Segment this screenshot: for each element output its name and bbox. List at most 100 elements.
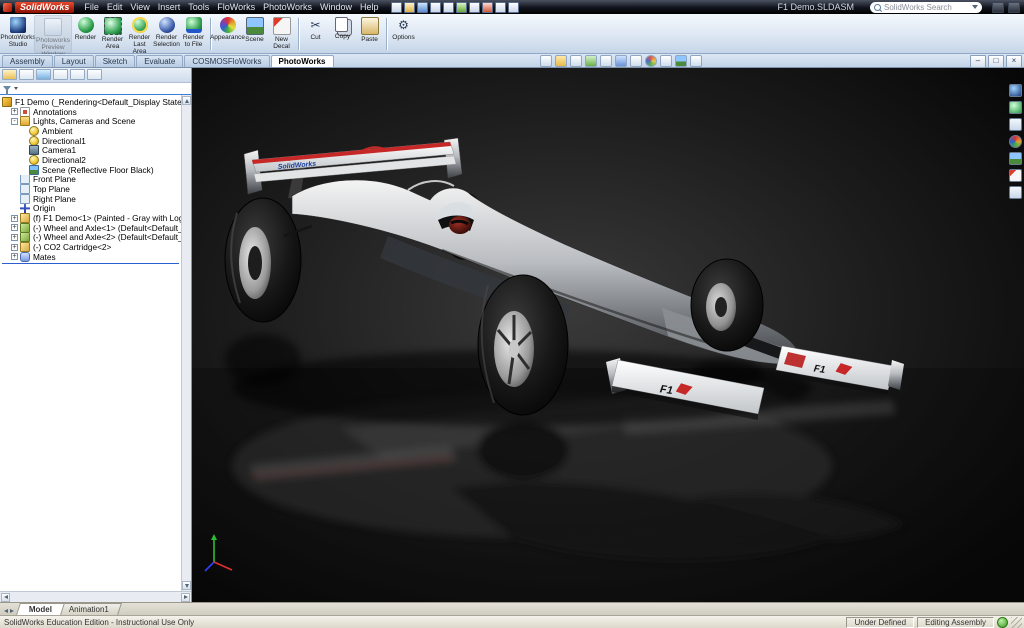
edit-appearance-icon[interactable]	[645, 55, 657, 67]
rear-left-wheel[interactable]	[225, 198, 301, 322]
expand-toggle[interactable]: +	[11, 108, 18, 115]
display-manager-tab-icon[interactable]	[70, 69, 85, 80]
restore-button[interactable]: □	[988, 55, 1004, 68]
titlebar-help-icon[interactable]	[1008, 2, 1020, 13]
toolbar-copy[interactable]: Copy	[329, 15, 356, 53]
new-decal-icon[interactable]	[1009, 169, 1022, 182]
menu-window[interactable]: Window	[316, 2, 356, 12]
search-input[interactable]: SolidWorks Search	[870, 2, 982, 13]
toolbar-appearance[interactable]: Appearance	[214, 15, 241, 53]
tree-item[interactable]: Right Plane	[0, 194, 181, 204]
tree-item[interactable]: -Lights, Cameras and Scene	[0, 116, 181, 126]
toolbar-render-to-file[interactable]: Render to File	[180, 15, 207, 53]
tree-item[interactable]: Directional1	[0, 136, 181, 146]
rebuild-icon[interactable]	[482, 2, 493, 13]
front-right-wheel[interactable]	[691, 259, 763, 351]
view-orientation-icon[interactable]	[600, 55, 612, 67]
open-icon[interactable]	[404, 2, 415, 13]
expand-toggle[interactable]: +	[11, 253, 18, 260]
menu-insert[interactable]: Insert	[154, 2, 185, 12]
camera-icon[interactable]	[690, 55, 702, 67]
expand-toggle[interactable]: +	[11, 224, 18, 231]
configuration-manager-tab-icon[interactable]	[36, 69, 51, 80]
toolbar-scene[interactable]: Scene	[241, 15, 268, 53]
render-icon[interactable]	[1009, 101, 1022, 114]
display-style-icon[interactable]	[615, 55, 627, 67]
minimize-button[interactable]: –	[970, 55, 986, 68]
model-tab-model[interactable]: Model	[16, 603, 65, 615]
tree-item[interactable]: F1 Demo (_Rendering<Default_Display Stat…	[0, 97, 181, 107]
feature-manager-tab-icon[interactable]	[2, 69, 17, 80]
toolbar-render-selection[interactable]: Render Selection	[153, 15, 180, 53]
tree-item[interactable]: +Mates	[0, 252, 181, 262]
menu-edit[interactable]: Edit	[103, 2, 127, 12]
scroll-left-icon[interactable]	[1, 593, 10, 602]
scroll-up-icon[interactable]	[182, 96, 191, 105]
redo-icon[interactable]	[469, 2, 480, 13]
tree-filter-row[interactable]	[0, 83, 191, 95]
tab-sketch[interactable]: Sketch	[95, 55, 135, 67]
render-canvas[interactable]: Designed with SolidWorks	[192, 68, 1024, 602]
tree-item[interactable]: +(-) Wheel and Axle<2> (Default<Default_…	[0, 233, 181, 243]
toolbar-new-decal[interactable]: New Decal	[268, 15, 295, 53]
tree-item[interactable]: Scene (Reflective Floor Black)	[0, 165, 181, 175]
toolbar-render-area[interactable]: Render Area	[99, 15, 126, 53]
scroll-down-icon[interactable]	[182, 581, 191, 590]
menu-file[interactable]: File	[80, 2, 103, 12]
tree-item[interactable]: +(-) Wheel and Axle<1> (Default<Default_…	[0, 223, 181, 233]
zoom-fit-icon[interactable]	[540, 55, 552, 67]
tab-layout[interactable]: Layout	[54, 55, 94, 67]
tree-vertical-scrollbar[interactable]	[181, 95, 191, 591]
hide-show-items-icon[interactable]	[630, 55, 642, 67]
tree-item[interactable]: +(f) F1 Demo<1> (Painted - Gray with Log…	[0, 213, 181, 223]
apply-scene-icon[interactable]	[660, 55, 672, 67]
save-icon[interactable]	[417, 2, 428, 13]
tab-assembly[interactable]: Assembly	[2, 55, 53, 67]
menu-help[interactable]: Help	[356, 2, 383, 12]
tab-cosmosfloworks[interactable]: COSMOSFloWorks	[184, 55, 269, 67]
dimxpert-tab-icon[interactable]	[53, 69, 68, 80]
tree-item[interactable]: Directional2	[0, 155, 181, 165]
tree-horizontal-scrollbar[interactable]	[0, 591, 191, 602]
undo-icon[interactable]	[456, 2, 467, 13]
section-view-icon[interactable]	[585, 55, 597, 67]
tree-item[interactable]: Ambient	[0, 126, 181, 136]
custom-tab-icon[interactable]	[87, 69, 102, 80]
tree-item[interactable]: Top Plane	[0, 184, 181, 194]
property-manager-tab-icon[interactable]	[19, 69, 34, 80]
menu-view[interactable]: View	[126, 2, 153, 12]
tree-item[interactable]: +(-) CO2 Cartridge<2>	[0, 242, 181, 252]
toolbar-paste[interactable]: Paste	[356, 15, 383, 53]
graphics-viewport[interactable]: Designed with SolidWorks	[192, 68, 1024, 602]
expand-toggle[interactable]: +	[11, 215, 18, 222]
expand-toggle[interactable]: -	[11, 118, 18, 125]
close-button[interactable]: ×	[1006, 55, 1022, 68]
tab-evaluate[interactable]: Evaluate	[136, 55, 183, 67]
tree-item[interactable]: +Annotations	[0, 107, 181, 117]
tree-item[interactable]: Camera1	[0, 145, 181, 155]
expand-toggle[interactable]: +	[11, 244, 18, 251]
toolbar-render[interactable]: Render	[72, 15, 99, 53]
photoworks-studio-icon[interactable]	[1009, 84, 1022, 97]
menu-photoworks[interactable]: PhotoWorks	[259, 2, 316, 12]
tab-photoworks[interactable]: PhotoWorks	[271, 55, 334, 67]
titlebar-expand-icon[interactable]	[992, 2, 1004, 13]
toolbar-options[interactable]: ⚙Options	[390, 15, 417, 53]
toolbar-cut[interactable]: ✂Cut	[302, 15, 329, 53]
front-left-wheel[interactable]	[478, 275, 568, 415]
model-tab-scroll-right-icon[interactable]	[10, 609, 14, 613]
model-tab-scroll-left-icon[interactable]	[4, 609, 8, 613]
help-icon[interactable]	[508, 2, 519, 13]
render-area-icon[interactable]	[1009, 118, 1022, 131]
expand-toggle[interactable]: +	[11, 234, 18, 241]
toolbar-photoworks-preview-window[interactable]: Photoworks Preview Window	[34, 15, 72, 53]
scene-icon[interactable]	[1009, 152, 1022, 165]
print-preview-icon[interactable]	[443, 2, 454, 13]
toolbar-photoworks-studio[interactable]: PhotoWorks Studio	[2, 15, 34, 53]
model-tab-animation1[interactable]: Animation1	[56, 603, 122, 615]
filter-chevron-icon[interactable]	[14, 87, 18, 90]
toolbar-render-last-area[interactable]: Render Last Area	[126, 15, 153, 53]
zoom-area-icon[interactable]	[555, 55, 567, 67]
tree-item[interactable]: Origin	[0, 204, 181, 214]
scroll-right-icon[interactable]	[181, 593, 190, 602]
